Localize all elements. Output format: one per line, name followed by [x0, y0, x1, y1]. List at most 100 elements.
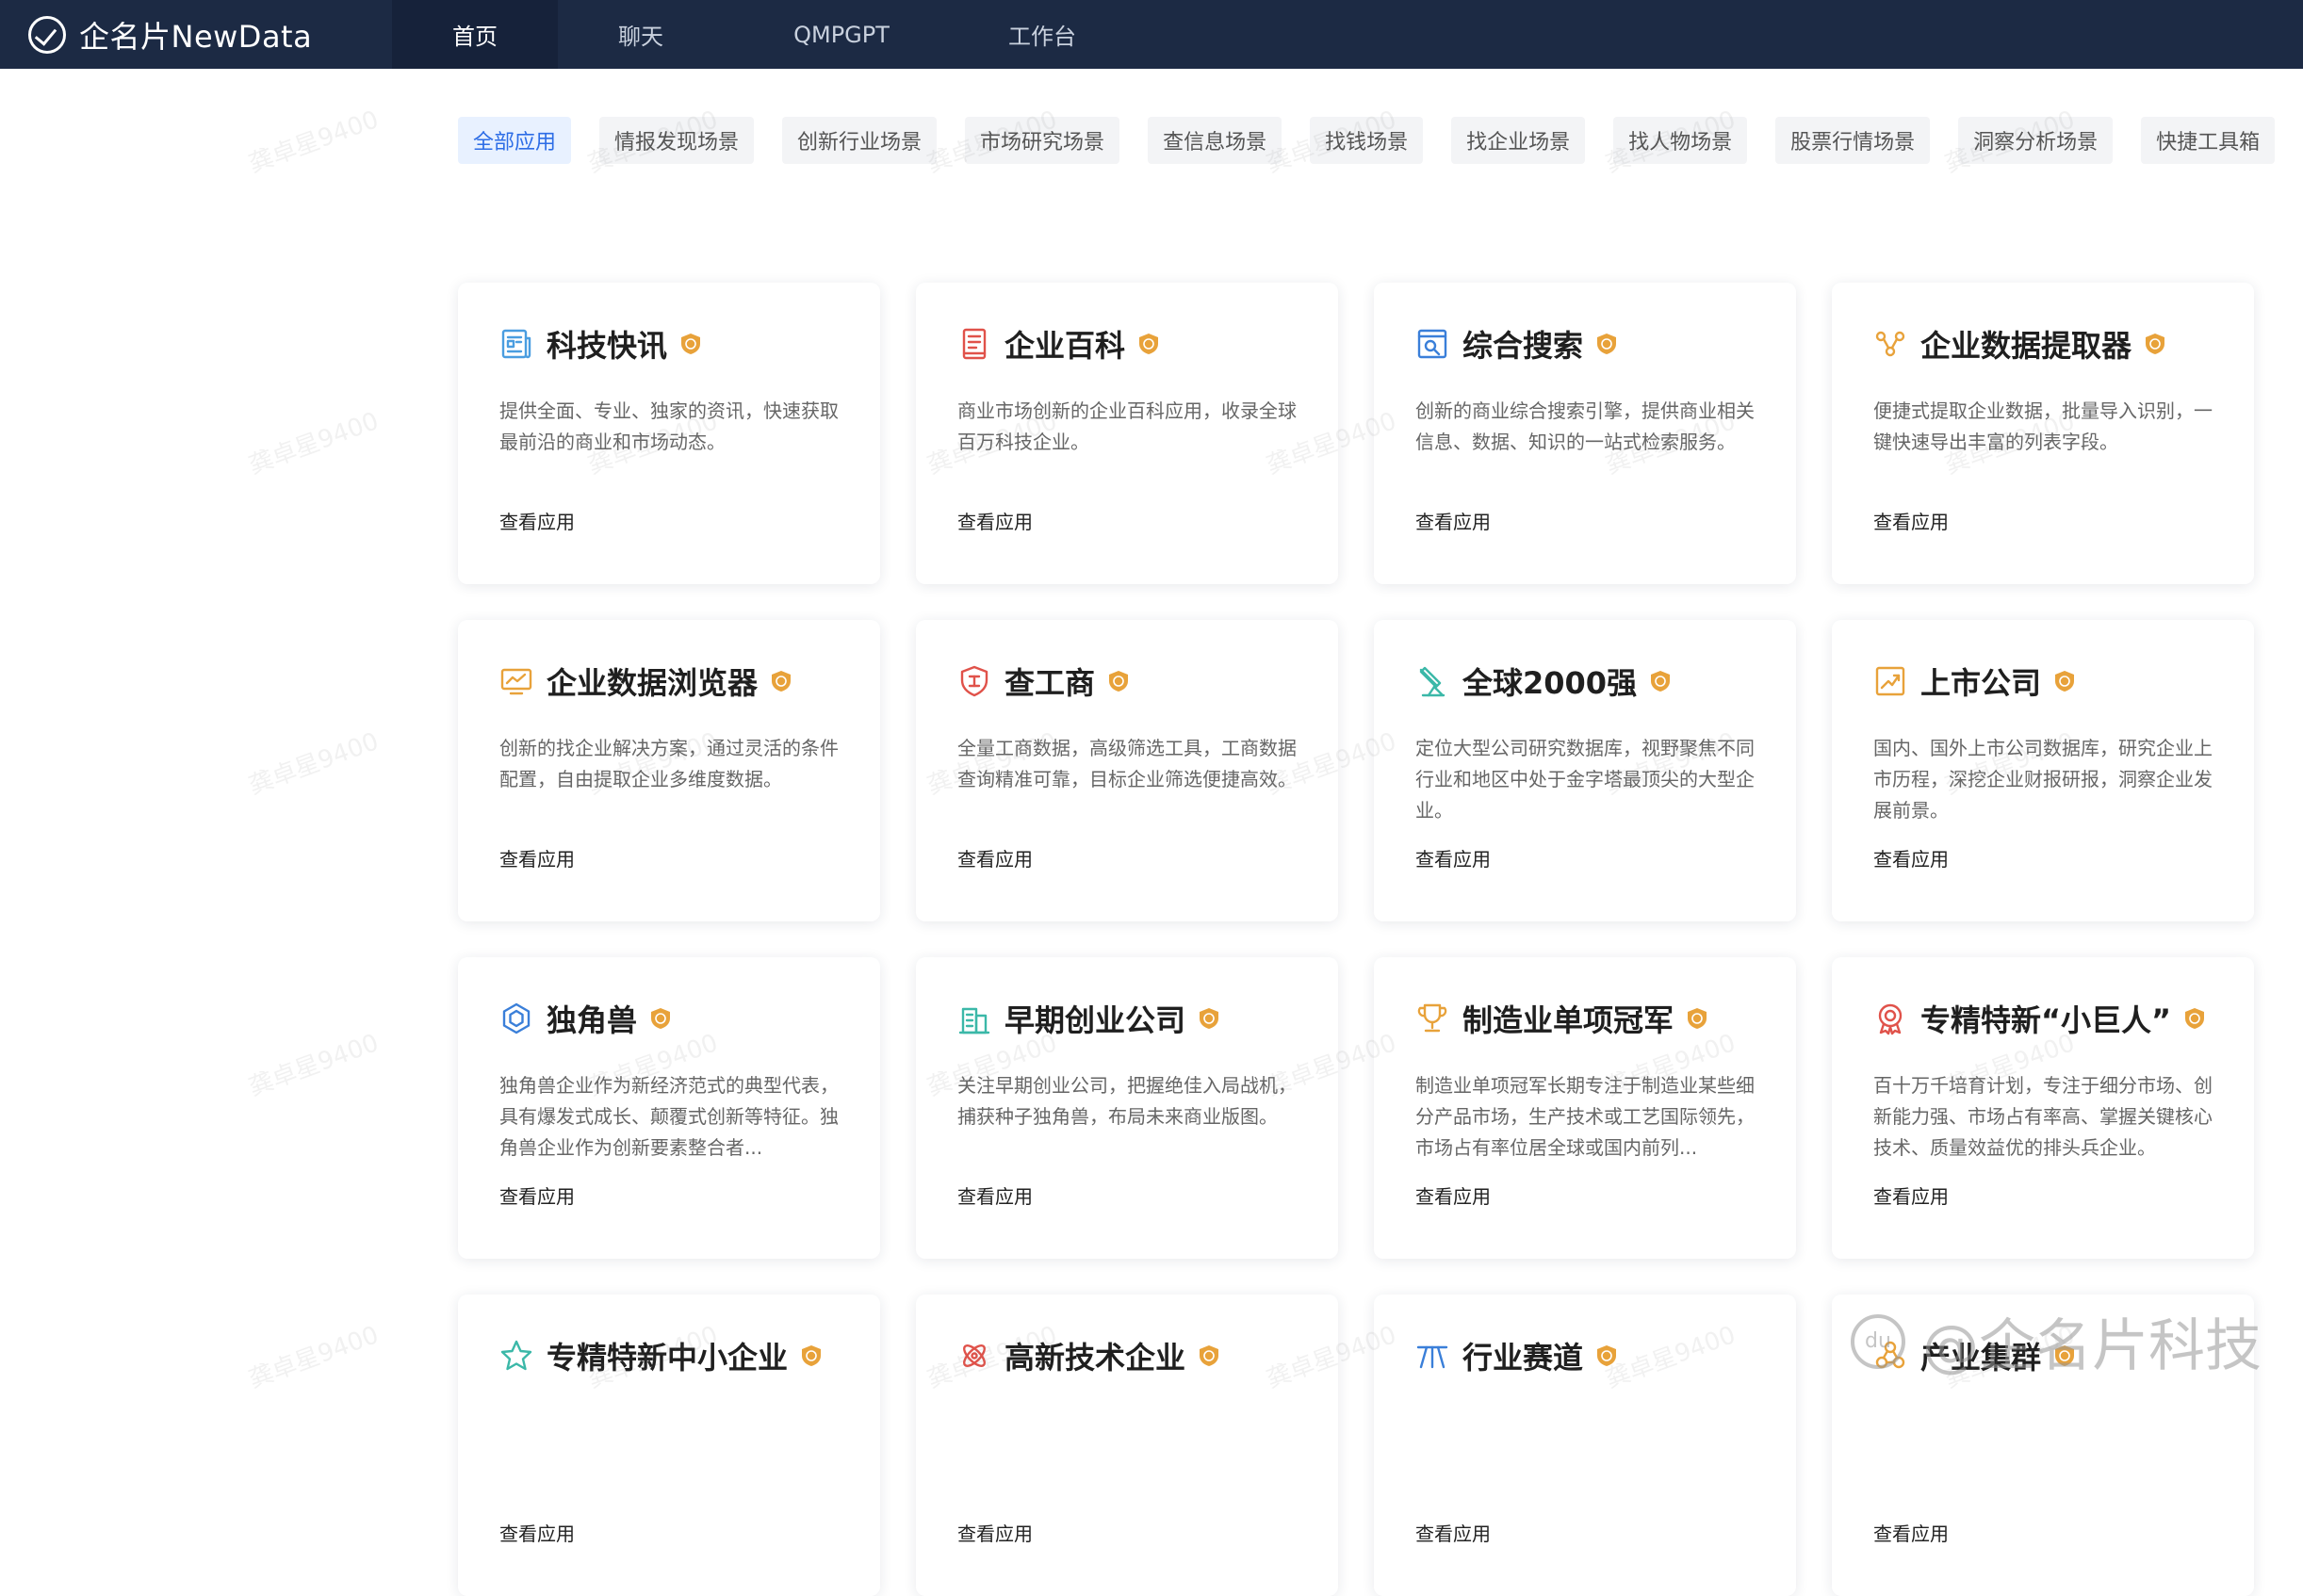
app-card[interactable]: 独角兽 独角兽企业作为新经济范式的典型代表，具有爆发式成长、颠覆式创新等特征。独角… [458, 957, 880, 1259]
card-description: 独角兽企业作为新经济范式的典型代表，具有爆发式成长、颠覆式创新等特征。独角兽企业… [499, 1074, 839, 1159]
brand[interactable]: 企名片NewData [0, 0, 392, 69]
view-app-link[interactable]: 查看应用 [957, 507, 1033, 534]
category-chip-3[interactable]: 市场研究场景 [965, 117, 1120, 164]
track-icon [1415, 1339, 1449, 1373]
card-title: 企业百科 [1004, 328, 1126, 364]
brand-name: 企名片NewData [79, 18, 313, 55]
enterprise-badge-icon [2145, 333, 2165, 355]
view-app-link[interactable]: 查看应用 [1415, 1519, 1491, 1546]
card-description: 百十万千培育计划，专注于细分市场、创新能力强、市场占有率高、掌握关键核心技术、质… [1873, 1074, 2213, 1159]
watermark-text: 龚卓星9400 [245, 727, 383, 801]
app-card[interactable]: 全球2000强定位大型公司研究数据库，视野聚焦不同行业和地区中处于金字塔最顶尖的… [1374, 620, 1796, 921]
card-description: 便捷式提取企业数据，批量导入识别，一键快速导出丰富的列表字段。 [1873, 399, 2213, 453]
category-chip-0[interactable]: 全部应用 [458, 117, 572, 164]
enterprise-badge-icon [1199, 1007, 1219, 1030]
card-description: 创新的商业综合搜索引擎，提供商业相关信息、数据、知识的一站式检索服务。 [1415, 399, 1755, 453]
category-chip-2[interactable]: 创新行业场景 [782, 117, 938, 164]
nav-item-2[interactable]: QMPGPT [724, 0, 959, 69]
enterprise-badge-icon [801, 1344, 822, 1367]
enterprise-badge-icon [1199, 1344, 1219, 1367]
category-chip-10[interactable]: 快捷工具箱 [2141, 117, 2276, 164]
view-app-link[interactable]: 查看应用 [499, 1181, 575, 1209]
card-description [957, 1408, 1297, 1501]
card-header: 全球2000强 [1415, 658, 1755, 705]
app-card[interactable]: 企业百科 商业市场创新的企业百科应用，收录全球百万科技企业。 查看应用 [916, 283, 1338, 584]
category-chip-5[interactable]: 找钱场景 [1310, 117, 1424, 164]
enterprise-badge-icon [1596, 1344, 1617, 1367]
card-description: 关注早期创业公司，把握绝佳入局战机，捕获种子独角兽，布局未来商业版图。 [957, 1074, 1297, 1128]
view-app-link[interactable]: 查看应用 [1873, 1181, 1949, 1209]
card-description [1415, 1408, 1755, 1501]
card-header: 企业数据提取器 [1873, 320, 2213, 367]
watermark-text: 龚卓星9400 [245, 407, 383, 480]
app-card[interactable]: 上市公司 国内、国外上市公司数据库，研究企业上市历程，深挖企业财报研报，洞察企业发… [1832, 620, 2254, 921]
category-chip-1[interactable]: 情报发现场景 [599, 117, 755, 164]
card-header: 查工商 [957, 658, 1297, 705]
enterprise-badge-icon [2054, 670, 2075, 692]
enterprise-badge-icon [771, 670, 792, 692]
enterprise-badge-icon [2184, 1007, 2205, 1030]
watermark-text: 龚卓星9400 [245, 106, 383, 179]
view-app-link[interactable]: 查看应用 [957, 1519, 1033, 1546]
card-description: 创新的找企业解决方案，通过灵活的条件配置，自由提取企业多维度数据。 [499, 737, 839, 790]
card-title: 企业数据浏览器 [547, 665, 759, 701]
view-app-link[interactable]: 查看应用 [499, 1519, 575, 1546]
app-card-grid: 科技快讯 提供全面、专业、独家的资讯，快速获取最前沿的商业和市场动态。 查看应用 企业… [458, 283, 2258, 1596]
card-header: 行业赛道 [1415, 1332, 1755, 1379]
view-app-link[interactable]: 查看应用 [1415, 1181, 1491, 1209]
view-app-link[interactable]: 查看应用 [1415, 507, 1491, 534]
category-chip-4[interactable]: 查信息场景 [1148, 117, 1282, 164]
nav-item-3[interactable]: 工作台 [959, 0, 1125, 69]
view-app-link[interactable]: 查看应用 [499, 507, 575, 534]
category-chip-6[interactable]: 找企业场景 [1451, 117, 1586, 164]
category-chip-9[interactable]: 洞察分析场景 [1958, 117, 2114, 164]
nav-item-1[interactable]: 聊天 [558, 0, 724, 69]
nav-item-0[interactable]: 首页 [392, 0, 558, 69]
card-description: 定位大型公司研究数据库，视野聚焦不同行业和地区中处于金字塔最顶尖的大型企业。 [1415, 737, 1755, 822]
view-app-link[interactable]: 查看应用 [499, 844, 575, 871]
card-title: 企业数据提取器 [1920, 328, 2132, 364]
hexagon-icon [499, 1002, 533, 1035]
app-card[interactable]: 企业数据浏览器创新的找企业解决方案，通过灵活的条件配置，自由提取企业多维度数据。… [458, 620, 880, 921]
nodes-icon [1873, 327, 1907, 361]
monitor-icon [499, 664, 533, 698]
category-chip-8[interactable]: 股票行情场景 [1775, 117, 1931, 164]
book-icon [957, 327, 991, 361]
card-header: 早期创业公司 [957, 995, 1297, 1042]
category-filter: 全部应用 情报发现场景 创新行业场景 市场研究场景 查信息场景 找钱场景 找企业场景 找人物场… [458, 117, 2286, 164]
app-card[interactable]: 综合搜索创新的商业综合搜索引擎，提供商业相关信息、数据、知识的一站式检索服务。查… [1374, 283, 1796, 584]
star-icon [499, 1339, 533, 1373]
view-app-link[interactable]: 查看应用 [957, 1181, 1033, 1209]
card-header: 综合搜索 [1415, 320, 1755, 367]
enterprise-badge-icon [680, 333, 701, 355]
top-navigation-bar: 企名片NewData 首页 聊天 QMPGPT 工作台 [0, 0, 2303, 69]
view-app-link[interactable]: 查看应用 [1873, 507, 1949, 534]
view-app-link[interactable]: 查看应用 [1873, 844, 1949, 871]
app-card[interactable]: 行业赛道 查看应用 [1374, 1295, 1796, 1596]
app-card[interactable]: 专精特新“小巨人” 百十万千培育计划，专注于细分市场、创新能力强、市场占有率高、掌… [1832, 957, 2254, 1259]
view-app-link[interactable]: 查看应用 [957, 844, 1033, 871]
app-card[interactable]: 查工商 全量工商数据，高级筛选工具，工商数据查询精准可靠，目标企业筛选便捷高效。查… [916, 620, 1338, 921]
enterprise-badge-icon [1138, 333, 1159, 355]
card-description: 制造业单项冠军长期专注于制造业某些细分产品市场，生产技术或工艺国际领先，市场占有… [1415, 1074, 1755, 1159]
card-header: 专精特新“小巨人” [1873, 995, 2213, 1042]
card-title: 全球2000强 [1462, 665, 1638, 701]
card-description: 国内、国外上市公司数据库，研究企业上市历程，深挖企业财报研报，洞察企业发展前景。 [1873, 737, 2213, 822]
category-chip-7[interactable]: 找人物场景 [1613, 117, 1748, 164]
view-app-link[interactable]: 查看应用 [1415, 844, 1491, 871]
app-card[interactable]: 企业数据提取器便捷式提取企业数据，批量导入识别，一键快速导出丰富的列表字段。查看… [1832, 283, 2254, 584]
card-description [499, 1408, 839, 1501]
app-card[interactable]: 科技快讯 提供全面、专业、独家的资讯，快速获取最前沿的商业和市场动态。 查看应用 [458, 283, 880, 584]
card-header: 高新技术企业 [957, 1332, 1297, 1379]
app-card[interactable]: 专精特新中小企业 查看应用 [458, 1295, 880, 1596]
atom-icon [957, 1339, 991, 1373]
app-card[interactable]: 高新技术企业查看应用 [916, 1295, 1338, 1596]
view-app-link[interactable]: 查看应用 [1873, 1519, 1949, 1546]
card-description [1873, 1408, 2213, 1501]
card-title: 产业集群 [1920, 1340, 2042, 1376]
app-card[interactable]: 早期创业公司关注早期创业公司，把握绝佳入局战机，捕获种子独角兽，布局未来商业版图… [916, 957, 1338, 1259]
app-card[interactable]: 产业集群查看应用 [1832, 1295, 2254, 1596]
card-title: 查工商 [1004, 665, 1096, 701]
app-card[interactable]: 制造业单项冠军 制造业单项冠军长期专注于制造业某些细分产品市场，生产技术或工艺国际… [1374, 957, 1796, 1259]
building-icon [957, 1002, 991, 1035]
